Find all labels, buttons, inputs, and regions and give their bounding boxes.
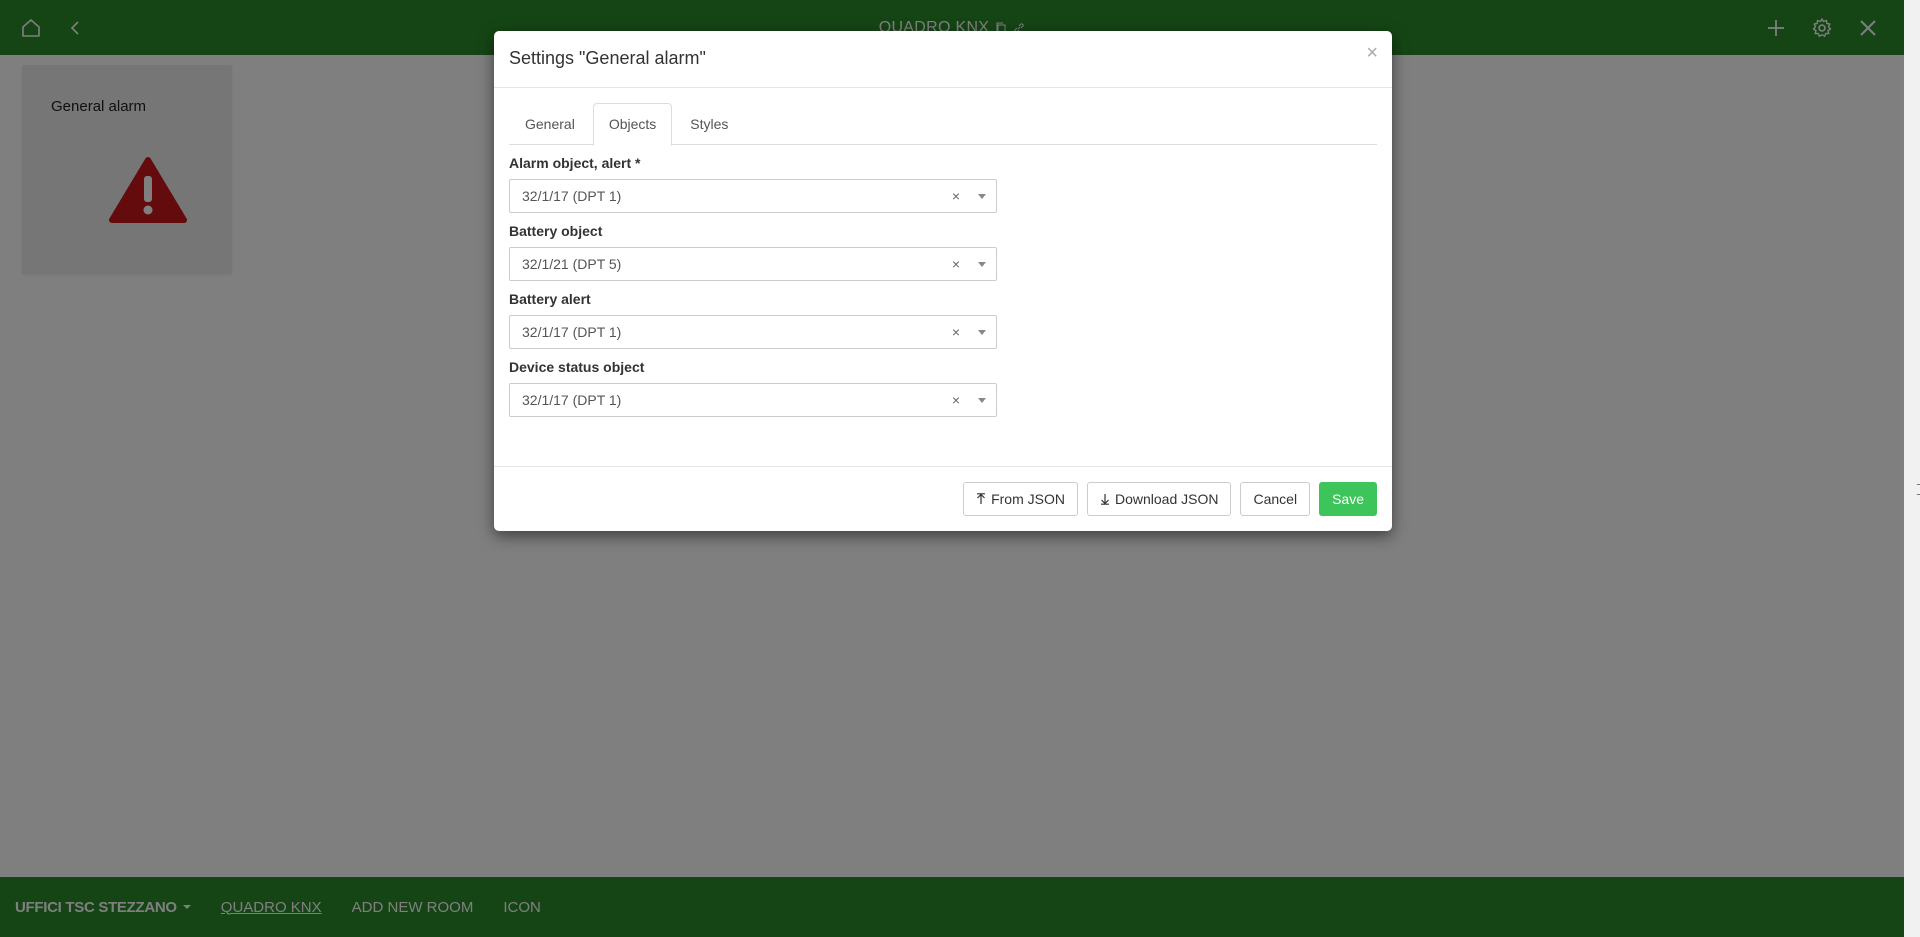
clear-icon[interactable]: × (952, 384, 960, 416)
from-json-button[interactable]: From JSON (963, 482, 1078, 516)
download-json-button[interactable]: Download JSON (1086, 482, 1232, 516)
tab-styles[interactable]: Styles (674, 103, 744, 145)
upload-icon (977, 493, 986, 504)
device-status-select[interactable]: 32/1/17 (DPT 1) × (509, 383, 997, 417)
dropdown-arrow-icon[interactable] (978, 262, 986, 267)
select-value: 32/1/17 (DPT 1) (522, 392, 622, 408)
cancel-button[interactable]: Cancel (1240, 482, 1311, 516)
tab-objects[interactable]: Objects (592, 103, 673, 146)
field-device-status: Device status object 32/1/17 (DPT 1) × (509, 359, 1377, 417)
clear-icon[interactable]: × (952, 180, 960, 212)
settings-modal: Settings "General alarm" × General Objec… (494, 31, 1392, 531)
modal-footer: From JSON Download JSON Cancel Save (494, 466, 1392, 531)
modal-title: Settings "General alarm" (509, 48, 706, 68)
battery-object-select[interactable]: 32/1/21 (DPT 5) × (509, 247, 997, 281)
modal-body: General Objects Styles Alarm object, ale… (494, 88, 1392, 467)
modal-close-icon[interactable]: × (1366, 43, 1378, 63)
text-cursor-icon: ⌶ (1916, 482, 1920, 500)
download-icon (1100, 494, 1109, 505)
select-value: 32/1/17 (DPT 1) (522, 324, 622, 340)
clear-icon[interactable]: × (952, 316, 960, 348)
field-alarm-object: Alarm object, alert * 32/1/17 (DPT 1) × (509, 155, 1377, 213)
dropdown-arrow-icon[interactable] (978, 194, 986, 199)
save-button[interactable]: Save (1319, 482, 1377, 516)
field-battery-alert: Battery alert 32/1/17 (DPT 1) × (509, 291, 1377, 349)
clear-icon[interactable]: × (952, 248, 960, 280)
tab-bar: General Objects Styles (509, 103, 1377, 146)
field-label: Device status object (509, 359, 645, 375)
dropdown-arrow-icon[interactable] (978, 330, 986, 335)
download-json-label: Download JSON (1114, 491, 1219, 507)
from-json-label: From JSON (991, 491, 1065, 507)
field-label: Battery object (509, 223, 603, 239)
field-label: Battery alert (509, 291, 591, 307)
select-value: 32/1/17 (DPT 1) (522, 188, 622, 204)
select-value: 32/1/21 (DPT 5) (522, 256, 622, 272)
scrollbar[interactable] (1904, 0, 1920, 937)
battery-alert-select[interactable]: 32/1/17 (DPT 1) × (509, 315, 997, 349)
dropdown-arrow-icon[interactable] (978, 398, 986, 403)
modal-header: Settings "General alarm" × (494, 31, 1392, 88)
field-battery-object: Battery object 32/1/21 (DPT 5) × (509, 223, 1377, 281)
alarm-object-select[interactable]: 32/1/17 (DPT 1) × (509, 179, 997, 213)
field-label: Alarm object, alert * (509, 155, 641, 171)
tab-general[interactable]: General (509, 103, 591, 145)
